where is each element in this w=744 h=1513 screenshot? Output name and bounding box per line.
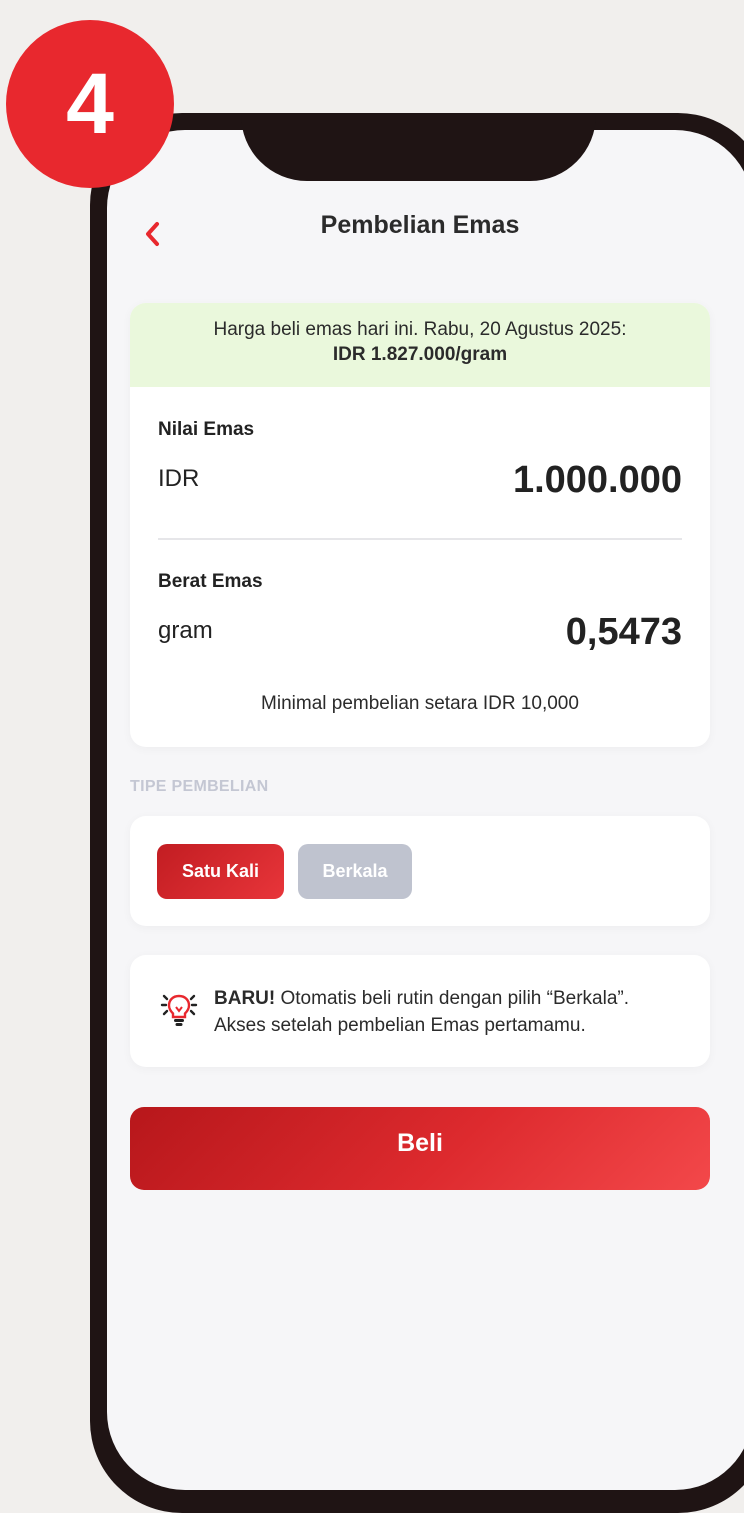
gold-weight-input[interactable]: 0,5473 <box>566 611 682 654</box>
gold-value-input[interactable]: 1.000.000 <box>513 459 682 502</box>
phone-notch <box>241 113 596 181</box>
purchase-type-card: Satu Kali Berkala <box>130 816 710 926</box>
gold-weight-unit: gram <box>158 617 213 644</box>
buy-button[interactable]: Beli <box>130 1107 710 1190</box>
one-time-option-button[interactable]: Satu Kali <box>157 844 284 899</box>
price-banner-text: Harga beli emas hari ini. Rabu, 20 Agust… <box>213 319 627 340</box>
today-price-banner: Harga beli emas hari ini. Rabu, 20 Agust… <box>130 303 710 387</box>
step-number-badge: 4 <box>6 20 174 188</box>
divider <box>158 538 682 540</box>
chevron-left-icon <box>146 222 159 246</box>
gold-value-label: Nilai Emas <box>158 419 255 440</box>
info-new-tag: BARU! <box>214 988 276 1009</box>
info-text-line1: Otomatis beli rutin dengan pilih “Berkal… <box>275 988 630 1009</box>
price-per-gram: IDR 1.827.000/gram <box>332 344 508 365</box>
recurring-option-button[interactable]: Berkala <box>298 844 412 899</box>
info-card: BARU! Otomatis beli rutin dengan pilih “… <box>130 955 710 1067</box>
purchase-type-label: TIPE PEMBELIAN <box>130 778 269 795</box>
minimum-purchase-note: Minimal pembelian setara IDR 10,000 <box>261 693 579 714</box>
back-button[interactable] <box>134 214 170 254</box>
purchase-form-card: Harga beli emas hari ini. Rabu, 20 Agust… <box>130 303 710 747</box>
gold-value-unit: IDR <box>158 465 200 492</box>
gold-weight-label: Berat Emas <box>158 571 263 592</box>
info-text: BARU! Otomatis beli rutin dengan pilih “… <box>214 985 694 1039</box>
lightbulb-icon <box>160 994 198 1026</box>
info-text-line2: Akses setelah pembelian Emas pertamamu. <box>214 1015 586 1036</box>
page-title: Pembelian Emas <box>320 211 520 239</box>
